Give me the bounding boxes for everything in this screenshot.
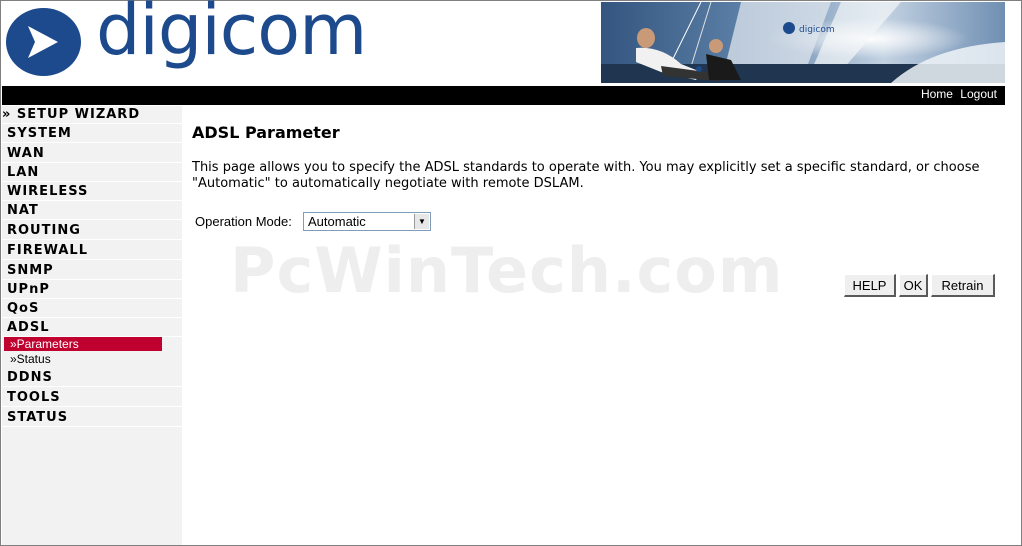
sidebar-item-adsl[interactable]: ADSL	[2, 319, 182, 337]
operation-mode-label: Operation Mode:	[195, 214, 292, 229]
sidebar-item-ddns[interactable]: DDNS	[2, 369, 182, 387]
page-title: ADSL Parameter	[192, 123, 340, 142]
sidebar-item-routing[interactable]: ROUTING	[2, 222, 182, 240]
banner-brand-text: digicom	[799, 25, 835, 35]
logo-arrow-icon	[6, 8, 81, 76]
home-link[interactable]: Home	[921, 87, 953, 101]
sidebar-item-tools[interactable]: TOOLS	[2, 389, 182, 407]
sidebar-item-setup-wizard[interactable]: » SETUP WIZARD	[2, 106, 182, 124]
sidebar-item-lan[interactable]: LAN	[2, 164, 182, 182]
operation-mode-value: Automatic	[308, 214, 366, 229]
sidebar: » SETUP WIZARD SYSTEM WAN LAN WIRELESS N…	[2, 106, 182, 545]
retrain-button[interactable]: Retrain	[931, 274, 995, 297]
help-button[interactable]: HELP	[844, 274, 896, 297]
sidebar-item-upnp[interactable]: UPnP	[2, 281, 182, 299]
chevron-down-icon[interactable]: ▼	[414, 214, 429, 229]
sidebar-item-status[interactable]: STATUS	[2, 409, 182, 427]
page-description: This page allows you to specify the ADSL…	[192, 160, 980, 191]
sidebar-item-nat[interactable]: NAT	[2, 202, 182, 220]
sidebar-subitem-parameters[interactable]: »Parameters	[4, 337, 162, 351]
header-banner-image: digicom	[601, 2, 1005, 83]
sidebar-item-wan[interactable]: WAN	[2, 145, 182, 163]
sidebar-item-wireless[interactable]: WIRELESS	[2, 183, 182, 201]
sidebar-item-system[interactable]: SYSTEM	[2, 125, 182, 143]
sidebar-item-qos[interactable]: QoS	[2, 300, 182, 318]
digicom-logo: digicom	[6, 0, 367, 79]
sidebar-item-snmp[interactable]: SNMP	[2, 262, 182, 280]
operation-mode-select[interactable]: Automatic ▼	[303, 212, 431, 231]
top-navigation-bar: Home Logout	[2, 86, 1005, 105]
sidebar-item-firewall[interactable]: FIREWALL	[2, 242, 182, 260]
logo-text: digicom	[96, 0, 367, 71]
sidebar-subitem-status[interactable]: »Status	[4, 352, 162, 366]
ok-button[interactable]: OK	[899, 274, 928, 297]
watermark-text: PcWinTech.com	[230, 234, 784, 307]
logout-link[interactable]: Logout	[960, 87, 997, 101]
